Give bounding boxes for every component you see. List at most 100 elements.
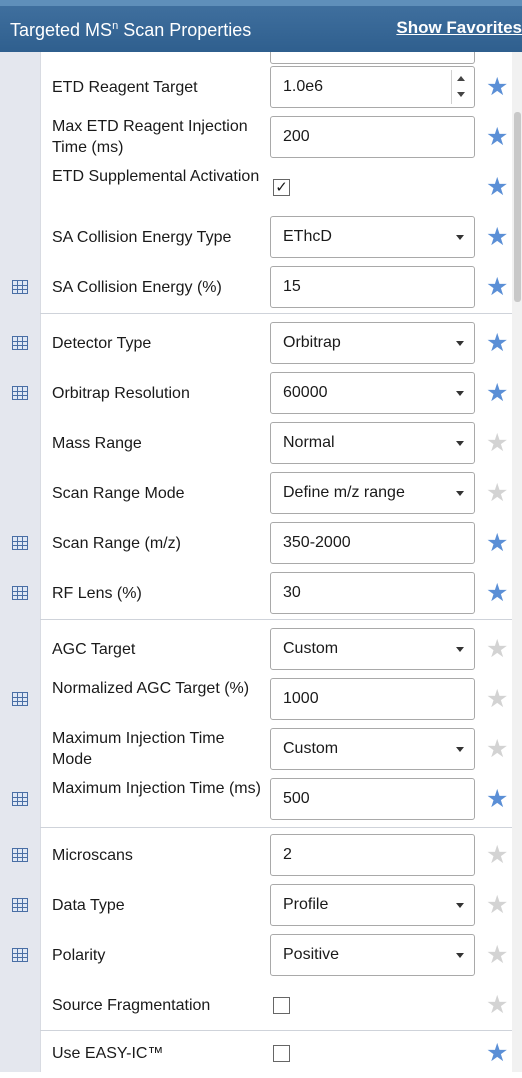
property-row: AGC Target Custom ★ (0, 628, 512, 674)
favorite-star-icon[interactable]: ★ (486, 175, 508, 200)
favorite-star-icon[interactable]: ★ (486, 1041, 508, 1066)
table-grid-icon[interactable] (12, 386, 28, 400)
table-grid-icon[interactable] (12, 586, 28, 600)
table-grid-icon[interactable] (12, 692, 28, 706)
property-row: Normalized AGC Target (%) 1000 ★ (0, 678, 512, 724)
favorite-star-icon[interactable]: ★ (486, 993, 508, 1018)
property-row: Source Fragmentation ★ (0, 984, 512, 1030)
table-grid-icon[interactable] (12, 898, 28, 912)
field-value: Custom (283, 740, 339, 757)
property-input[interactable]: 500 (270, 778, 475, 820)
table-grid-icon[interactable] (12, 792, 28, 806)
favorite-star-icon[interactable]: ★ (486, 481, 508, 506)
property-input[interactable]: 15 (270, 266, 475, 308)
property-row: Max ETD Reagent Injection Time (ms) 200 ★ (0, 116, 512, 162)
field-value: 1.0e6 (283, 78, 324, 95)
property-dropdown[interactable]: Custom (270, 728, 475, 770)
favorite-star-icon[interactable]: ★ (486, 381, 508, 406)
property-row: Orbitrap Resolution 60000 ★ (0, 372, 512, 418)
field-value: 60000 (283, 384, 328, 401)
property-checkbox[interactable] (273, 1045, 290, 1062)
vertical-scrollbar[interactable] (512, 52, 522, 1072)
table-grid-icon[interactable] (12, 536, 28, 550)
property-label: Scan Range Mode (52, 485, 185, 502)
favorite-star-icon[interactable]: ★ (486, 531, 508, 556)
property-label: Microscans (52, 847, 133, 864)
property-row: Data Type Profile ★ (0, 884, 512, 930)
property-input[interactable]: 1000 (270, 678, 475, 720)
favorite-star-icon[interactable]: ★ (486, 943, 508, 968)
chevron-down-icon (456, 747, 464, 752)
property-input[interactable]: 200 (270, 116, 475, 158)
favorite-star-icon[interactable]: ★ (486, 275, 508, 300)
favorite-star-icon[interactable]: ★ (486, 787, 508, 812)
property-input[interactable]: 30 (270, 572, 475, 614)
property-label: SA Collision Energy (%) (52, 279, 222, 296)
favorite-star-icon[interactable]: ★ (486, 893, 508, 918)
property-dropdown[interactable]: 60000 (270, 372, 475, 414)
arrow-up-icon[interactable] (457, 76, 465, 81)
section-divider (40, 1030, 512, 1031)
chevron-down-icon (456, 235, 464, 240)
property-input[interactable]: 2 (270, 834, 475, 876)
property-dropdown[interactable]: Positive (270, 934, 475, 976)
field-value: Positive (283, 946, 340, 963)
property-label: Max ETD Reagent Injection Time (ms) (52, 118, 248, 156)
property-label: Polarity (52, 947, 106, 964)
property-row: Maximum Injection Time Mode Custom ★ (0, 728, 512, 774)
field-value: 30 (283, 584, 301, 601)
favorite-star-icon[interactable]: ★ (486, 687, 508, 712)
show-favorites-link[interactable]: Show Favorites (396, 18, 522, 38)
property-row: Microscans 2 ★ (0, 834, 512, 880)
property-row: Use EASY-IC™ ★ (0, 1032, 512, 1078)
field-value: 2 (283, 846, 292, 863)
section-divider (40, 827, 512, 828)
property-row: Mass Range Normal ★ (0, 422, 512, 468)
field-value: Profile (283, 896, 329, 913)
property-label: Orbitrap Resolution (52, 385, 190, 402)
favorite-star-icon[interactable]: ★ (486, 331, 508, 356)
favorite-star-icon[interactable]: ★ (486, 637, 508, 662)
property-label: Mass Range (52, 435, 142, 452)
scrollbar-thumb[interactable] (514, 112, 521, 302)
property-row: Scan Range (m/z) 350-2000 ★ (0, 522, 512, 568)
field-value: 15 (283, 278, 301, 295)
property-checkbox[interactable] (273, 997, 290, 1014)
table-grid-icon[interactable] (12, 848, 28, 862)
property-spinner[interactable]: 1.0e6 (270, 66, 475, 108)
property-label: Detector Type (52, 335, 152, 352)
property-row: Detector Type Orbitrap ★ (0, 322, 512, 368)
property-checkbox[interactable]: ✓ (273, 179, 290, 196)
property-dropdown[interactable]: Profile (270, 884, 475, 926)
favorite-star-icon[interactable]: ★ (486, 843, 508, 868)
property-label: Data Type (52, 897, 125, 914)
chevron-down-icon (456, 341, 464, 346)
spinner-arrows[interactable] (451, 70, 470, 104)
property-label: ETD Reagent Target (52, 79, 198, 96)
favorite-star-icon[interactable]: ★ (486, 737, 508, 762)
field-value: 1000 (283, 690, 319, 707)
favorite-star-icon[interactable]: ★ (486, 225, 508, 250)
favorite-star-icon[interactable]: ★ (486, 581, 508, 606)
arrow-down-icon[interactable] (457, 92, 465, 97)
favorite-star-icon[interactable]: ★ (486, 431, 508, 456)
table-grid-icon[interactable] (12, 280, 28, 294)
property-dropdown[interactable]: Orbitrap (270, 322, 475, 364)
property-label: Source Fragmentation (52, 997, 211, 1014)
property-label: ETD Supplemental Activation (52, 168, 260, 185)
field-value: Orbitrap (283, 334, 341, 351)
property-dropdown[interactable]: Normal (270, 422, 475, 464)
favorite-star-icon[interactable]: ★ (486, 125, 508, 150)
previous-field-edge (270, 52, 475, 64)
property-dropdown[interactable]: EThcD (270, 216, 475, 258)
property-row: ETD Reagent Target 1.0e6 ★ (0, 66, 512, 112)
property-dropdown[interactable]: Define m/z range (270, 472, 475, 514)
field-value: Custom (283, 640, 339, 657)
table-grid-icon[interactable] (12, 948, 28, 962)
table-grid-icon[interactable] (12, 336, 28, 350)
property-label: Scan Range (m/z) (52, 535, 181, 552)
favorite-star-icon[interactable]: ★ (486, 75, 508, 100)
property-input[interactable]: 350-2000 (270, 522, 475, 564)
property-dropdown[interactable]: Custom (270, 628, 475, 670)
field-value: EThcD (283, 228, 332, 245)
